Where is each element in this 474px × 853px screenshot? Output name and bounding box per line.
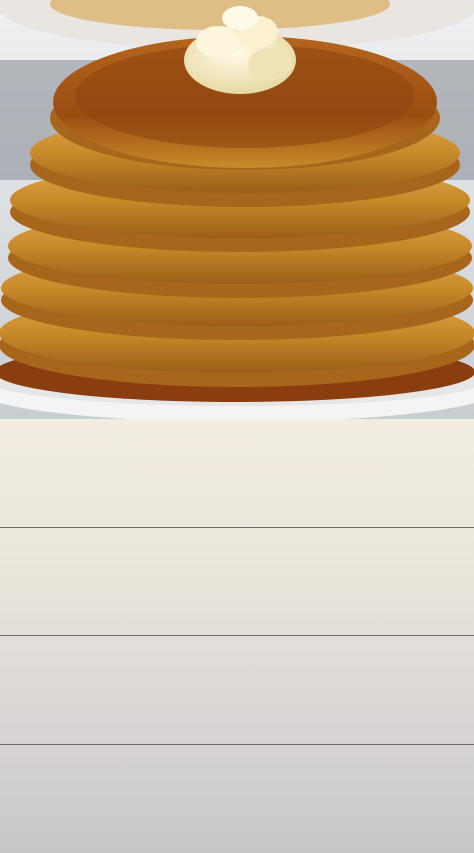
empty-list (0, 419, 474, 853)
hero-image (0, 0, 474, 419)
list-row-1[interactable] (0, 419, 474, 527)
list-row-4[interactable] (0, 745, 474, 853)
pancake-stack-illustration (0, 0, 474, 419)
list-row-3[interactable] (0, 636, 474, 744)
list-row-2[interactable] (0, 528, 474, 636)
